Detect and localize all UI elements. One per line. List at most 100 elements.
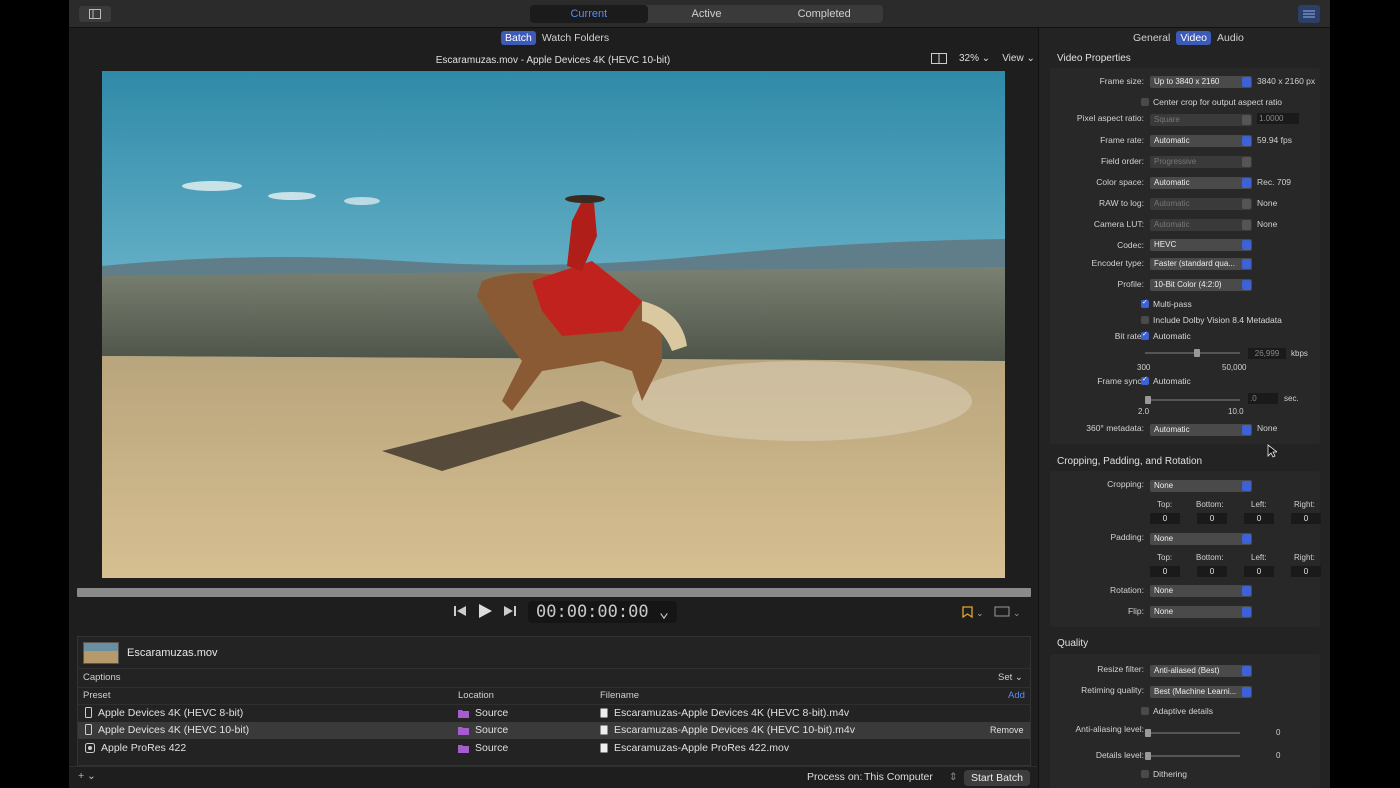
location-column-header[interactable]: Location xyxy=(458,690,494,701)
tab-batch[interactable]: Batch xyxy=(501,31,536,45)
split-view-icon[interactable] xyxy=(931,53,947,64)
pad-left-field[interactable]: 0 xyxy=(1244,566,1274,577)
crop-bottom-label: Bottom: xyxy=(1196,500,1224,509)
adaptive-details-checkbox[interactable]: Adaptive details xyxy=(1141,706,1213,716)
video-properties-section: Frame size: Up to 3840 x 2160 3840 x 216… xyxy=(1050,68,1320,444)
tab-active[interactable]: Active xyxy=(648,5,766,23)
cropping-popup[interactable]: None xyxy=(1150,480,1252,492)
set-captions-menu[interactable]: Set ⌄ xyxy=(998,672,1023,683)
bit-rate-auto-checkbox[interactable]: Automatic xyxy=(1141,330,1191,341)
tab-current[interactable]: Current xyxy=(530,5,648,23)
sidebar-toggle-icon[interactable] xyxy=(79,6,111,22)
padding-popup[interactable]: None xyxy=(1150,533,1252,545)
display-icon[interactable]: ⌄ xyxy=(994,606,1022,621)
preset-column-header[interactable]: Preset xyxy=(83,690,110,701)
rotation-popup[interactable]: None xyxy=(1150,585,1252,597)
bit-rate-min: 300 xyxy=(1137,363,1151,372)
center-crop-checkbox[interactable]: Center crop for output aspect ratio xyxy=(1141,97,1282,107)
crop-top-field[interactable]: 0 xyxy=(1150,513,1180,524)
table-row[interactable]: Apple ProRes 422 Source Escaramuzas-Appl… xyxy=(78,740,1030,757)
color-space-value: Rec. 709 xyxy=(1257,177,1292,187)
remove-button[interactable]: Remove xyxy=(990,725,1024,735)
cropping-title: Cropping, Padding, and Rotation xyxy=(1057,456,1203,467)
inspector-panel: General Video Audio Video Properties Fra… xyxy=(1038,28,1330,788)
bit-rate-slider[interactable] xyxy=(1145,349,1240,357)
inspector-toggle-icon[interactable] xyxy=(1298,5,1320,23)
retiming-popup[interactable]: Best (Machine Learni... xyxy=(1150,686,1252,698)
add-file-icon[interactable]: + ⌄ xyxy=(78,770,96,782)
crop-right-label: Right: xyxy=(1294,500,1315,509)
tab-audio[interactable]: Audio xyxy=(1213,31,1248,45)
view-controls: 32% ⌄ View ⌄ xyxy=(931,53,1035,64)
frame-rate-popup[interactable]: Automatic xyxy=(1150,135,1252,147)
crop-right-field[interactable]: 0 xyxy=(1291,513,1321,524)
bit-rate-field[interactable]: 26,999 xyxy=(1248,348,1286,359)
compressor-window: Current Active Completed Batch Watch Fol… xyxy=(69,0,1330,788)
field-order-popup[interactable]: Progressive xyxy=(1150,156,1252,168)
dithering-checkbox[interactable]: Dithering xyxy=(1141,769,1187,779)
raw-to-log-popup[interactable]: Automatic xyxy=(1150,198,1252,210)
table-row[interactable]: Apple Devices 4K (HEVC 8-bit) Source Esc… xyxy=(78,704,1030,721)
tab-general[interactable]: General xyxy=(1129,31,1174,45)
pixel-aspect-field[interactable]: 1.0000 xyxy=(1257,113,1299,124)
timeline-scrubber[interactable] xyxy=(77,588,1031,597)
bit-rate-label: Bit rate: xyxy=(1114,331,1144,341)
fps-value: 59.94 fps xyxy=(1257,135,1292,145)
pad-right-field[interactable]: 0 xyxy=(1291,566,1321,577)
inspector-tabs: General Video Audio xyxy=(1129,31,1248,45)
svg-text:⌄: ⌄ xyxy=(1013,608,1021,618)
bookmark-icon[interactable]: ⌄ xyxy=(962,606,986,621)
table-row[interactable]: Apple Devices 4K (HEVC 10-bit) Source Es… xyxy=(78,722,1030,739)
multipass-checkbox[interactable]: Multi-pass xyxy=(1141,298,1192,309)
profile-popup[interactable]: 10-Bit Color (4:2:0) xyxy=(1150,279,1252,291)
start-batch-button[interactable]: Start Batch xyxy=(964,770,1030,786)
top-toolbar: Current Active Completed xyxy=(69,0,1330,28)
skip-back-icon[interactable] xyxy=(454,605,466,620)
view-menu[interactable]: View ⌄ xyxy=(1002,53,1035,64)
anti-aliasing-slider[interactable] xyxy=(1145,729,1240,737)
folder-icon xyxy=(458,745,469,753)
encoder-type-popup[interactable]: Faster (standard qua... xyxy=(1150,258,1252,270)
skip-forward-icon[interactable] xyxy=(504,605,516,620)
tab-video[interactable]: Video xyxy=(1176,31,1212,45)
pad-top-label: Top: xyxy=(1157,553,1173,562)
metadata-360-popup[interactable]: Automatic xyxy=(1150,424,1252,436)
tab-watch-folders[interactable]: Watch Folders xyxy=(538,31,613,45)
frame-size-popup[interactable]: Up to 3840 x 2160 xyxy=(1150,76,1252,88)
pad-bottom-field[interactable]: 0 xyxy=(1197,566,1227,577)
frame-sync-auto-checkbox[interactable]: Automatic xyxy=(1141,375,1191,386)
file-icon xyxy=(600,708,608,718)
codec-label: Codec: xyxy=(1117,240,1144,250)
camera-lut-label: Camera LUT: xyxy=(1093,219,1144,229)
zoom-menu[interactable]: 32% ⌄ xyxy=(959,53,990,64)
batch-list: Escaramuzas.mov Captions Set ⌄ Preset Lo… xyxy=(77,636,1031,766)
camera-lut-popup[interactable]: Automatic xyxy=(1150,219,1252,231)
color-space-popup[interactable]: Automatic xyxy=(1150,177,1252,189)
column-headers: Preset Location Filename Add xyxy=(78,687,1030,704)
details-level-slider[interactable] xyxy=(1145,752,1240,760)
captions-row: Captions Set ⌄ xyxy=(78,670,1030,687)
process-on-select[interactable]: This Computer ⇕ xyxy=(864,771,958,783)
source-job-header[interactable]: Escaramuzas.mov xyxy=(78,637,1030,669)
frame-sync-field[interactable]: .0 xyxy=(1248,393,1278,404)
crop-bottom-field[interactable]: 0 xyxy=(1197,513,1227,524)
field-order-label: Field order: xyxy=(1101,156,1144,166)
frame-sync-slider[interactable] xyxy=(1145,396,1240,404)
pixel-aspect-popup[interactable]: Square xyxy=(1150,114,1252,126)
video-preview xyxy=(102,71,1005,578)
file-icon xyxy=(600,725,608,735)
filename-column-header[interactable]: Filename xyxy=(600,690,639,701)
add-preset-button[interactable]: Add xyxy=(1008,690,1025,701)
tab-completed[interactable]: Completed xyxy=(765,5,883,23)
dolby-vision-checkbox[interactable]: Include Dolby Vision 8.4 Metadata xyxy=(1141,315,1282,325)
pad-top-field[interactable]: 0 xyxy=(1150,566,1180,577)
flip-popup[interactable]: None xyxy=(1150,606,1252,618)
play-icon[interactable] xyxy=(478,603,492,621)
frame-size-px: 3840 x 2160 px xyxy=(1257,76,1316,86)
crop-left-field[interactable]: 0 xyxy=(1244,513,1274,524)
codec-popup[interactable]: HEVC xyxy=(1150,239,1252,251)
quality-title: Quality xyxy=(1057,638,1089,649)
timecode-display[interactable]: 00:00:00:00 ⌄ xyxy=(528,601,678,623)
mouse-cursor-icon xyxy=(1267,444,1279,461)
resize-filter-popup[interactable]: Anti-aliased (Best) xyxy=(1150,665,1252,677)
